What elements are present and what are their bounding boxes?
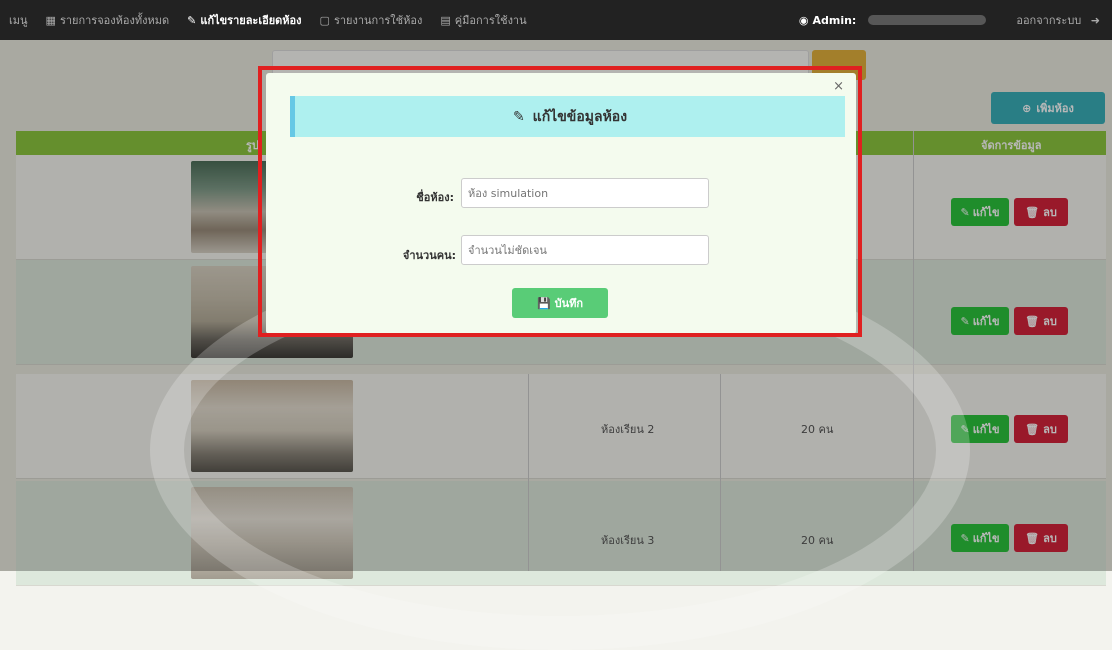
table-icon: ▦ [45,13,56,27]
room-name-input[interactable] [461,178,709,208]
save-label: บันทึก [554,297,584,310]
nav-right: ◉ Admin: ออกจากระบบ ➜ [789,11,1112,29]
close-button[interactable]: × [833,79,844,94]
admin-user[interactable]: ◉ Admin: [789,14,996,27]
book-icon: ▤ [440,13,451,27]
save-button[interactable]: 💾 บันทึก [512,288,608,318]
nav-item-usage-report[interactable]: ▢ รายงานการใช้ห้อง [311,0,432,40]
capacity-input[interactable] [461,235,709,265]
modal-header: ✎ แก้ไขข้อมูลห้อง [290,96,845,137]
menu-text: เมนู [9,14,28,27]
admin-label: Admin: [812,13,857,27]
modal-title: แก้ไขข้อมูลห้อง [532,108,628,125]
edit-room-modal: × ✎ แก้ไขข้อมูลห้อง ชื่อห้อง: จำนวนคน: 💾… [266,73,856,334]
nav-item-edit-rooms[interactable]: ✎ แก้ไขรายละเอียดห้อง [178,0,310,40]
nav-item-manual[interactable]: ▤ คู่มือการใช้งาน [431,0,535,40]
menu-label[interactable]: เมนู [0,0,37,40]
capacity-label: จำนวนคน: [402,249,456,262]
nav-item-label: แก้ไขรายละเอียดห้อง [200,14,302,27]
redacted-username [868,15,987,25]
user-icon: ◉ [798,13,809,27]
edit-icon: ✎ [187,13,197,27]
top-navbar: เมนู ▦ รายการจองห้องทั้งหมด ✎ แก้ไขรายละ… [0,0,1112,40]
edit-icon: ✎ [512,108,525,125]
nav-item-all-bookings[interactable]: ▦ รายการจองห้องทั้งหมด [37,0,179,40]
save-icon: 💾 [536,296,551,310]
room-name-label: ชื่อห้อง: [416,191,454,204]
logout-icon: ➜ [1090,14,1100,27]
logout-label: ออกจากระบบ [1016,14,1082,27]
nav-item-label: รายการจองห้องทั้งหมด [59,14,170,27]
logout-link[interactable]: ออกจากระบบ ➜ [996,11,1112,29]
nav-item-label: รายงานการใช้ห้อง [333,14,423,27]
document-icon: ▢ [319,13,330,27]
nav-item-label: คู่มือการใช้งาน [454,14,527,27]
